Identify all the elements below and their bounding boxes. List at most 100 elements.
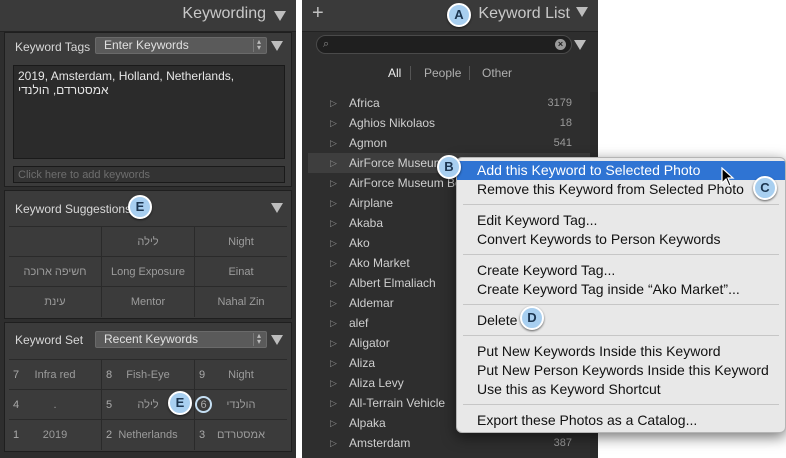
keyword-set-cell[interactable]: 1 2019 — [9, 420, 102, 450]
menu-remove-keyword-from-photo[interactable]: Remove this Keyword from Selected Photo — [457, 180, 785, 199]
callout-badge-e: E — [128, 195, 152, 219]
expand-arrow-icon[interactable]: ▷ — [330, 393, 337, 413]
expand-arrow-icon[interactable]: ▷ — [330, 173, 337, 193]
keyword-tags-section: Keyword Tags Enter Keywords ▴ ▾ 2019, Ams… — [4, 32, 292, 187]
menu-add-keyword-to-photo[interactable]: Add this Keyword to Selected Photo — [457, 161, 785, 180]
suggestion-cell[interactable]: Einat — [195, 257, 287, 287]
callout-badge-b: B — [437, 155, 461, 179]
filter-divider — [469, 66, 470, 80]
keyword-suggestions-section: Keyword Suggestions E לילה Night חשיפה א… — [4, 190, 292, 319]
collapse-triangle-icon[interactable] — [274, 11, 286, 21]
keyword-row[interactable]: ▷ Africa 3179 — [308, 93, 592, 113]
keyword-list-collapse-triangle-icon[interactable] — [576, 7, 588, 17]
filter-other-tab[interactable]: Other — [482, 66, 512, 80]
suggestions-grid: לילה Night חשיפה ארוכה Long Exposure Ein… — [9, 226, 287, 318]
keyword-set-cell[interactable]: 9 Night — [195, 360, 287, 390]
keyword-tags-label: Keyword Tags — [15, 40, 91, 54]
keyword-set-cell[interactable]: 2 Netherlands — [102, 420, 195, 450]
keyword-suggestions-label: Keyword Suggestions — [15, 202, 132, 216]
keyword-suggestions-triangle-icon[interactable] — [271, 203, 283, 213]
menu-edit-keyword-tag[interactable]: Edit Keyword Tag... — [457, 211, 785, 230]
suggestion-cell[interactable]: עינת — [9, 287, 102, 317]
menu-separator — [463, 204, 779, 205]
suggestion-cell[interactable]: חשיפה ארוכה — [9, 257, 102, 287]
expand-arrow-icon[interactable]: ▷ — [330, 193, 337, 213]
keyword-set-cell[interactable]: 4. — [9, 390, 102, 420]
callout-badge-a: A — [447, 3, 471, 27]
expand-arrow-icon[interactable]: ▷ — [330, 133, 337, 153]
keywording-panel: Keywording Keyword Tags Enter Keywords ▴… — [0, 0, 296, 458]
expand-arrow-icon[interactable]: ▷ — [330, 153, 337, 173]
suggestion-cell[interactable]: לילה — [102, 227, 195, 257]
filter-all-tab[interactable]: All — [388, 66, 401, 80]
keyword-list-title: Keyword List — [478, 5, 570, 22]
keyword-tags-menu-triangle-icon[interactable] — [271, 41, 283, 51]
suggestion-cell[interactable]: Mentor — [102, 287, 195, 317]
menu-convert-to-person-keywords[interactable]: Convert Keywords to Person Keywords — [457, 230, 785, 249]
keyword-tags-textarea[interactable]: 2019, Amsterdam, Holland, Netherlands, א… — [13, 65, 285, 159]
callout-badge-d: D — [520, 306, 544, 330]
keyword-row[interactable]: ▷ Amsterdam 387 — [308, 433, 592, 453]
menu-separator — [463, 335, 779, 336]
expand-arrow-icon[interactable]: ▷ — [330, 313, 337, 333]
keyword-set-grid: 7 Infra red 8 Fish-Eye 9 Night 4. 5 לילה 6 הו… — [9, 359, 287, 451]
filter-divider — [410, 66, 411, 80]
expand-arrow-icon[interactable]: ▷ — [330, 213, 337, 233]
keyword-context-menu: Add this Keyword to Selected Photo Remov… — [456, 157, 786, 433]
suggestion-cell[interactable]: Long Exposure — [102, 257, 195, 287]
expand-arrow-icon[interactable]: ▷ — [330, 233, 337, 253]
keyword-set-cell[interactable]: 3 אמסטרדם — [195, 420, 287, 450]
expand-arrow-icon[interactable]: ▷ — [330, 273, 337, 293]
menu-delete[interactable]: Delete — [457, 311, 785, 330]
keyword-set-label: Keyword Set — [15, 333, 84, 347]
expand-arrow-icon[interactable]: ▷ — [330, 93, 337, 113]
keyword-list-header: + A Keyword List — [302, 0, 598, 32]
menu-create-keyword-tag[interactable]: Create Keyword Tag... — [457, 261, 785, 280]
keywording-title: Keywording — [182, 5, 266, 22]
stepper-icon: ▴ ▾ — [253, 38, 264, 52]
keyword-row[interactable]: ▷ Agmon 541 — [308, 133, 592, 153]
expand-arrow-icon[interactable]: ▷ — [330, 373, 337, 393]
keyword-set-cell[interactable]: 8 Fish-Eye — [102, 360, 195, 390]
expand-arrow-icon[interactable]: ▷ — [330, 293, 337, 313]
keyword-set-dropdown[interactable]: Recent Keywords ▴ ▾ — [95, 331, 267, 348]
expand-arrow-icon[interactable]: ▷ — [330, 253, 337, 273]
keyword-row[interactable]: ▷ Aghios Nikolaos 18 — [308, 113, 592, 133]
add-keywords-input[interactable]: Click here to add keywords — [13, 166, 285, 183]
menu-use-as-keyword-shortcut[interactable]: Use this as Keyword Shortcut — [457, 380, 785, 399]
suggestion-cell[interactable]: Night — [195, 227, 287, 257]
keyword-filter-search-input[interactable]: ⌕ × — [316, 35, 572, 54]
suggestion-cell[interactable] — [9, 227, 102, 257]
expand-arrow-icon[interactable]: ▷ — [330, 413, 337, 433]
keyword-tags-text-line: 2019, Amsterdam, Holland, Netherlands, — [18, 69, 235, 83]
menu-create-keyword-tag-inside[interactable]: Create Keyword Tag inside “Ako Market”..… — [457, 280, 785, 299]
menu-separator — [463, 304, 779, 305]
search-options-triangle-icon[interactable] — [574, 40, 586, 50]
menu-separator — [463, 404, 779, 405]
mouse-cursor-icon — [721, 167, 735, 187]
clear-search-icon[interactable]: × — [555, 39, 566, 50]
add-keyword-button[interactable]: + — [312, 2, 324, 25]
menu-separator — [463, 254, 779, 255]
keyword-set-cell[interactable]: 6 הולנדי — [195, 390, 287, 420]
search-icon: ⌕ — [323, 38, 330, 50]
callout-badge-c: C — [753, 176, 777, 200]
expand-arrow-icon[interactable]: ▷ — [330, 353, 337, 373]
stepper-icon: ▴ ▾ — [253, 332, 264, 346]
keyword-tags-text-line: אמסטרדם, הולנדי — [18, 83, 109, 97]
expand-arrow-icon[interactable]: ▷ — [330, 433, 337, 453]
keyword-set-section: Keyword Set Recent Keywords ▴ ▾ 7 Infra re… — [4, 322, 292, 452]
keyword-set-cell[interactable]: 7 Infra red — [9, 360, 102, 390]
suggestion-cell[interactable]: Nahal Zin — [195, 287, 287, 317]
keywording-header[interactable]: Keywording — [0, 0, 296, 32]
keyword-set-menu-triangle-icon[interactable] — [271, 335, 283, 345]
expand-arrow-icon[interactable]: ▷ — [330, 113, 337, 133]
callout-badge-e: E — [168, 391, 192, 415]
filter-people-tab[interactable]: People — [424, 66, 461, 80]
keyword-tags-mode-dropdown[interactable]: Enter Keywords ▴ ▾ — [95, 37, 267, 54]
menu-put-new-person-keywords-inside[interactable]: Put New Person Keywords Inside this Keyw… — [457, 361, 785, 380]
menu-export-as-catalog[interactable]: Export these Photos as a Catalog... — [457, 411, 785, 430]
shortcut-6-circle: 6 — [195, 396, 212, 413]
menu-put-new-keywords-inside[interactable]: Put New Keywords Inside this Keyword — [457, 342, 785, 361]
expand-arrow-icon[interactable]: ▷ — [330, 333, 337, 353]
